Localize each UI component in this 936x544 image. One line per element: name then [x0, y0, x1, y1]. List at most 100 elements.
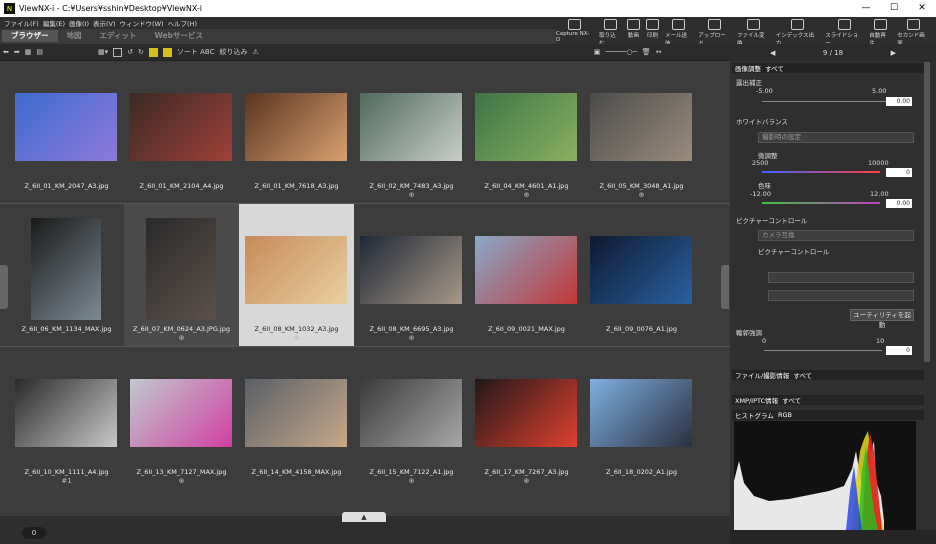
view-icon[interactable]: ▤	[36, 48, 43, 56]
launch-utility-button[interactable]: ユーティリティを起動	[850, 309, 914, 329]
image-adjust-header[interactable]: 画像調整 すべて	[732, 63, 924, 73]
tool-import[interactable]: 取り込む	[599, 17, 621, 47]
file-info-header[interactable]: ファイル/撮影情報 すべて	[732, 370, 924, 380]
thumbnail-image[interactable]	[590, 93, 692, 161]
menu-item-4[interactable]: ウィンドウ(W)	[120, 18, 164, 28]
menu-item-0[interactable]: ファイル(F)	[4, 18, 39, 28]
rotate-left-icon[interactable]: ↺	[127, 48, 133, 56]
thumbnail-item[interactable]: Z_6II_08_KM_6695_A3.jpg ⊕	[354, 204, 469, 346]
thumbnail-image[interactable]	[146, 218, 216, 320]
close-icon[interactable]: ✕	[908, 0, 936, 17]
image-adjust-scope[interactable]: すべて	[765, 63, 784, 73]
delete-icon[interactable]: 🗑	[642, 48, 651, 56]
picture-control-option-1[interactable]	[768, 272, 914, 283]
prev-image-icon[interactable]: ◀	[770, 49, 775, 57]
picture-control-option-2[interactable]	[768, 290, 914, 301]
tab-0[interactable]: ブラウザー	[2, 30, 58, 42]
browse-icon[interactable]: ▦	[25, 48, 32, 56]
white-balance-select[interactable]: 撮影時の設定	[758, 132, 914, 143]
tab-3[interactable]: Webサービス	[145, 30, 211, 42]
thumbnail-image[interactable]	[130, 93, 232, 161]
forward-icon[interactable]: ➡	[14, 48, 20, 56]
menu-item-1[interactable]: 編集(E)	[43, 18, 65, 28]
left-panel-toggle[interactable]	[0, 265, 8, 309]
fine-tune-slider[interactable]	[762, 171, 880, 173]
tool-convert[interactable]: ファイル変換	[737, 17, 770, 47]
xmp-scope[interactable]: すべて	[782, 395, 801, 405]
tool-second-screen[interactable]: セカンド画面	[897, 17, 930, 47]
filter-dropdown[interactable]: 絞り込み	[219, 47, 247, 57]
thumbnail-image[interactable]	[245, 236, 347, 304]
zoom-slider[interactable]: ─────○─	[605, 48, 636, 56]
thumbnail-item[interactable]: Z_6II_07_KM_0624_A3.JPG.jpg ⊕	[124, 204, 239, 346]
bottom-panel-toggle[interactable]: ▲	[342, 512, 386, 522]
exposure-input[interactable]: 0.00	[886, 97, 912, 106]
rotate-right-icon[interactable]: ↻	[138, 48, 144, 56]
thumbnail-item[interactable]: Z_6II_01_KM_2104_A4.jpg	[124, 61, 239, 203]
tab-2[interactable]: エディット	[91, 30, 146, 42]
thumbnail-size-icon[interactable]: ▦▾	[98, 48, 108, 56]
thumbnail-image[interactable]	[360, 236, 462, 304]
thumbnail-image[interactable]	[590, 236, 692, 304]
thumbnail-image[interactable]	[245, 93, 347, 161]
thumbnail-image[interactable]	[31, 218, 101, 320]
thumbnail-item[interactable]: Z_6II_14_KM_4158_MAX.jpg	[239, 347, 354, 489]
thumbnail-item[interactable]: Z_6II_09_0021_MAX.jpg	[469, 204, 584, 346]
menu-item-5[interactable]: ヘルプ(H)	[168, 18, 197, 28]
thumbnail-item[interactable]: Z_6II_05_KM_3048_A1.jpg ⊕	[584, 61, 699, 203]
panel-scrollbar[interactable]	[924, 62, 930, 362]
xmp-header[interactable]: XMP/IPTC情報 すべて	[732, 395, 924, 405]
thumbnail-item[interactable]: Z_6II_09_0076_A1.jpg	[584, 204, 699, 346]
thumbnail-item[interactable]: Z_6II_18_0202_A1.jpg	[584, 347, 699, 489]
tint-slider[interactable]	[762, 202, 880, 204]
sort-dropdown[interactable]: ソート ABC	[177, 47, 215, 57]
tool-mail[interactable]: メール送信	[665, 17, 692, 47]
thumbnail-item[interactable]: Z_6II_08_KM_1032_A3.jpg ⊕	[239, 204, 354, 346]
minimize-icon[interactable]: —	[852, 0, 880, 17]
thumbnail-image[interactable]	[475, 236, 577, 304]
menu-item-2[interactable]: 画像(I)	[69, 18, 89, 28]
tab-1[interactable]: 地図	[58, 30, 91, 42]
label-icon[interactable]	[148, 47, 158, 57]
thumbnail-item[interactable]: Z_6II_15_KM_7122_A1.jpg ⊕	[354, 347, 469, 489]
thumbnail-item[interactable]: Z_6II_01_KM_7618_A3.jpg	[239, 61, 354, 203]
thumbnail-image[interactable]	[15, 93, 117, 161]
next-image-icon[interactable]: ▶	[891, 49, 896, 57]
thumbnail-item[interactable]: Z_6II_04_KM_4601_A1.jpg ⊕	[469, 61, 584, 203]
exposure-slider[interactable]	[762, 101, 886, 102]
picture-control-select[interactable]: カメラ互換	[758, 230, 914, 241]
thumbnail-image[interactable]	[475, 93, 577, 161]
tool-autoplay[interactable]: 自動再生	[869, 17, 891, 47]
thumbnail-image[interactable]	[245, 379, 347, 447]
histogram-header[interactable]: ヒストグラム RGB	[732, 410, 924, 420]
tool-movie[interactable]: 動画	[626, 17, 640, 39]
thumbnail-image[interactable]	[590, 379, 692, 447]
tool-index[interactable]: インデックス出力	[776, 17, 819, 47]
thumbnail-item[interactable]: Z_6II_10_KM_1111_A4.jpg #1	[9, 347, 124, 489]
sharpness-slider[interactable]	[764, 350, 882, 351]
compare-icon[interactable]	[113, 47, 123, 57]
sharpness-input[interactable]: 0	[886, 346, 912, 355]
thumbnail-image[interactable]	[15, 379, 117, 447]
expand-icon[interactable]: ↔	[656, 48, 662, 56]
thumbnail-item[interactable]: Z_6II_13_KM_7127_MAX.jpg ⊕	[124, 347, 239, 489]
thumbnail-mode-icon[interactable]: ▣	[594, 48, 601, 56]
fine-tune-input[interactable]: 0	[886, 168, 912, 177]
tool-slideshow[interactable]: スライドショー	[825, 17, 863, 47]
histogram-channel[interactable]: RGB	[778, 411, 792, 419]
file-info-scope[interactable]: すべて	[793, 370, 812, 380]
tool-upload[interactable]: アップロード	[698, 17, 731, 47]
thumbnail-item[interactable]: Z_6II_01_KM_2047_A3.jpg	[9, 61, 124, 203]
rating-icon[interactable]	[162, 47, 172, 57]
menu-item-3[interactable]: 表示(V)	[93, 18, 116, 28]
thumbnail-item[interactable]: Z_6II_17_KM_7267_A3.jpg ⊕	[469, 347, 584, 489]
back-icon[interactable]: ⬅	[3, 48, 9, 56]
tool-capture-nxd[interactable]: Capture NX-D	[556, 17, 593, 43]
protect-icon[interactable]: ⚠	[252, 48, 258, 56]
tint-input[interactable]: 0.00	[886, 199, 912, 208]
thumbnail-image[interactable]	[360, 93, 462, 161]
thumbnail-image[interactable]	[475, 379, 577, 447]
maximize-icon[interactable]: ☐	[880, 0, 908, 17]
thumbnail-item[interactable]: Z_6II_02_KM_7483_A3.jpg ⊕	[354, 61, 469, 203]
thumbnail-image[interactable]	[130, 379, 232, 447]
